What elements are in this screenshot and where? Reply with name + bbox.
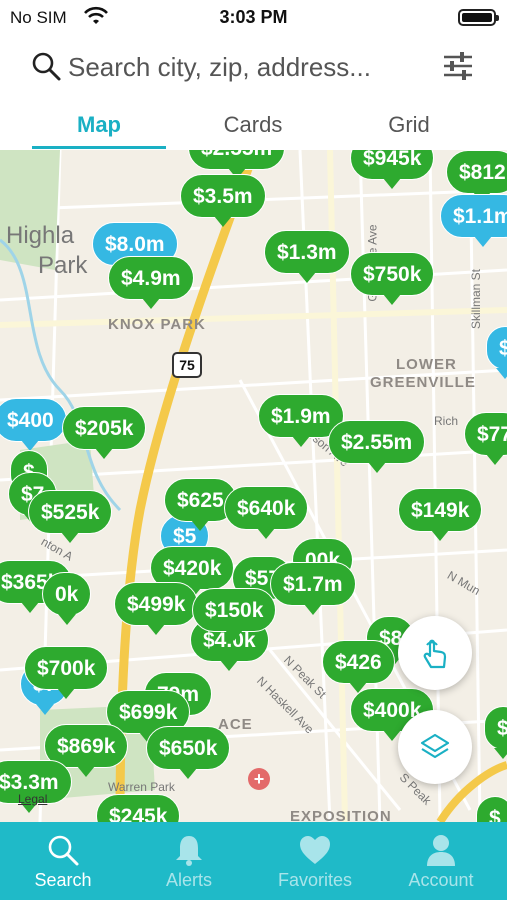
listing-pin[interactable]: $150k (192, 588, 277, 641)
listing-pin[interactable]: $945k (350, 150, 435, 189)
listing-pin[interactable]: $1.1m (440, 194, 507, 247)
nav-favorites[interactable]: Favorites (252, 822, 378, 900)
listing-pin[interactable]: $750k (350, 252, 435, 305)
listing-pin[interactable]: $3.5m (180, 174, 266, 227)
map-label-exposition: EXPOSITION (290, 808, 392, 822)
bottom-tab-bar: Search Alerts Favorites Account (0, 822, 507, 900)
legal-link[interactable]: Legal (18, 792, 47, 806)
nav-account[interactable]: Account (378, 822, 504, 900)
listing-pin[interactable]: $1.7m (270, 562, 356, 615)
search-icon (32, 52, 61, 81)
bell-icon (176, 836, 202, 866)
highway-75-shield: 75 (172, 352, 202, 378)
listing-pin[interactable]: $499k (114, 582, 199, 635)
clock: 3:03 PM (219, 7, 288, 27)
status-bar: No SIM 3:03 PM (0, 0, 507, 34)
nav-alerts[interactable]: Alerts (126, 822, 252, 900)
map-label-lower: LOWER (396, 356, 457, 373)
map-label-greenville: GREENVILLE (370, 374, 476, 391)
listing-pin[interactable]: $812 (446, 150, 507, 203)
listing-pin[interactable]: $426 (322, 640, 395, 693)
search-bar (0, 40, 507, 96)
listing-pin[interactable]: $4.9m (108, 256, 194, 309)
listing-pin[interactable]: $77 (464, 412, 507, 465)
map-label-warren-park: Warren Park (108, 780, 175, 794)
listing-pin[interactable]: $650k (146, 726, 231, 779)
filter-sliders-icon[interactable] (440, 48, 476, 84)
battery-icon (458, 9, 499, 26)
search-icon (48, 835, 79, 866)
map-layers-button[interactable] (398, 710, 472, 784)
hand-pointer-icon (423, 639, 447, 669)
listing-pin[interactable]: $1.3m (264, 230, 350, 283)
map-view[interactable]: Highla Park KNOX PARK LOWER GREENVILLE E… (0, 150, 507, 822)
search-input[interactable] (68, 48, 428, 86)
listing-pin[interactable]: $400 (0, 398, 67, 451)
heart-icon (300, 836, 330, 864)
listing-pin[interactable]: $205k (62, 406, 147, 459)
view-tabs: Map Cards Grid (0, 100, 507, 150)
nav-search[interactable]: Search (0, 822, 126, 900)
nav-alerts-label: Alerts (165, 870, 212, 890)
active-tab-indicator (32, 146, 166, 149)
listing-pin[interactable]: $2.55m (188, 150, 286, 179)
listing-pin[interactable]: 0k (42, 572, 92, 625)
map-label-ace: ACE (218, 716, 253, 733)
layers-icon (420, 733, 450, 759)
listing-pin[interactable]: $525k (28, 490, 113, 543)
tab-grid[interactable]: Grid (344, 112, 474, 138)
listing-pin[interactable]: $700k (24, 646, 109, 699)
nav-account-label: Account (408, 870, 474, 890)
nav-search-label: Search (34, 870, 92, 890)
map-label-rich: Rich (434, 414, 459, 428)
listing-pin[interactable]: $640k (224, 486, 309, 539)
hospital-icon: + (248, 768, 270, 790)
map-label-highland: Highla (6, 222, 75, 249)
person-icon (427, 835, 455, 866)
nav-favorites-label: Favorites (277, 870, 353, 890)
listing-pin[interactable]: $2.55m (328, 420, 426, 473)
draw-search-button[interactable] (398, 616, 472, 690)
tab-map[interactable]: Map (34, 112, 164, 138)
tab-cards[interactable]: Cards (188, 112, 318, 138)
map-label-park: Park (38, 252, 88, 279)
listing-pin[interactable]: $149k (398, 488, 483, 541)
map-label-knox-park: KNOX PARK (108, 316, 206, 333)
map-label-skillman: Skillman St (469, 268, 484, 330)
listing-pin[interactable]: $245k (96, 794, 181, 822)
